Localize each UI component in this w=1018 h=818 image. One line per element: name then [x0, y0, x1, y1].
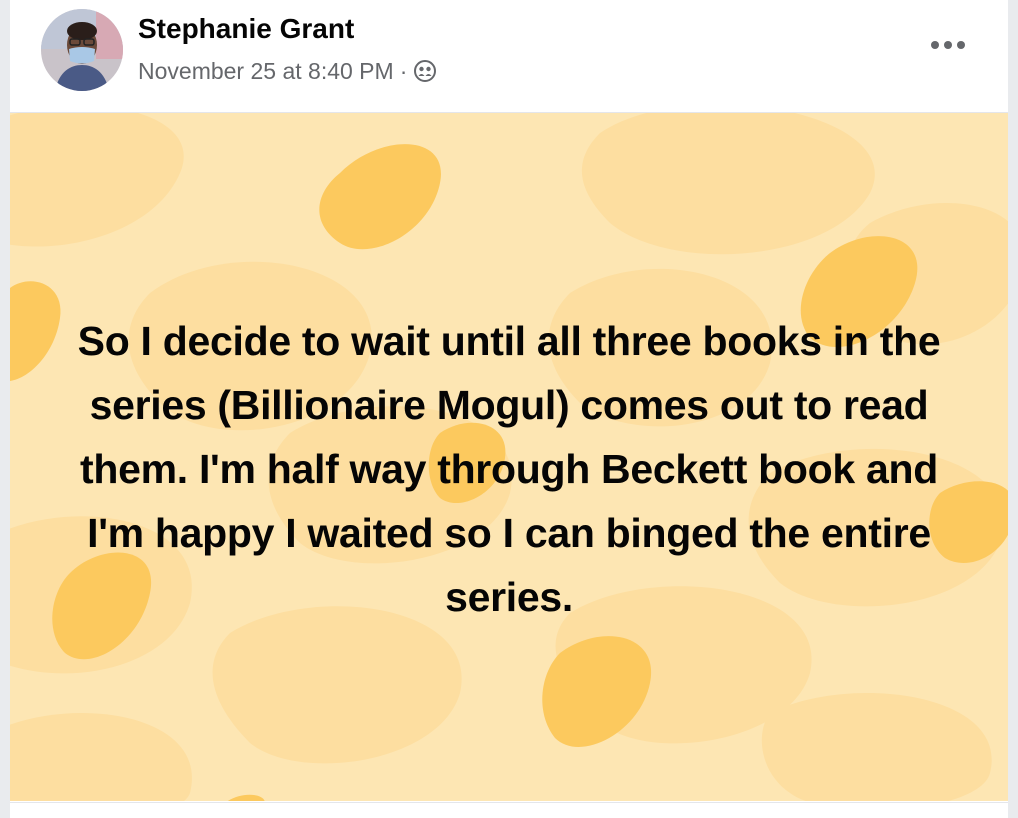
more-options-button[interactable]	[926, 30, 970, 60]
post-background-banner: So I decide to wait until all three book…	[10, 113, 1008, 801]
avatar[interactable]	[41, 9, 123, 91]
friends-icon[interactable]	[413, 59, 437, 83]
meta-separator: ·	[399, 58, 408, 84]
more-options-icon	[931, 41, 965, 49]
divider	[10, 802, 1008, 803]
post-header: Stephanie Grant November 25 at 8:40 PM ·	[10, 0, 1008, 113]
post-meta: November 25 at 8:40 PM ·	[138, 56, 437, 86]
post-timestamp[interactable]: November 25 at 8:40 PM	[138, 56, 394, 86]
post-card: Stephanie Grant November 25 at 8:40 PM ·	[10, 0, 1008, 818]
post-text: So I decide to wait until all three book…	[77, 318, 941, 620]
author-name[interactable]: Stephanie Grant	[138, 12, 354, 46]
